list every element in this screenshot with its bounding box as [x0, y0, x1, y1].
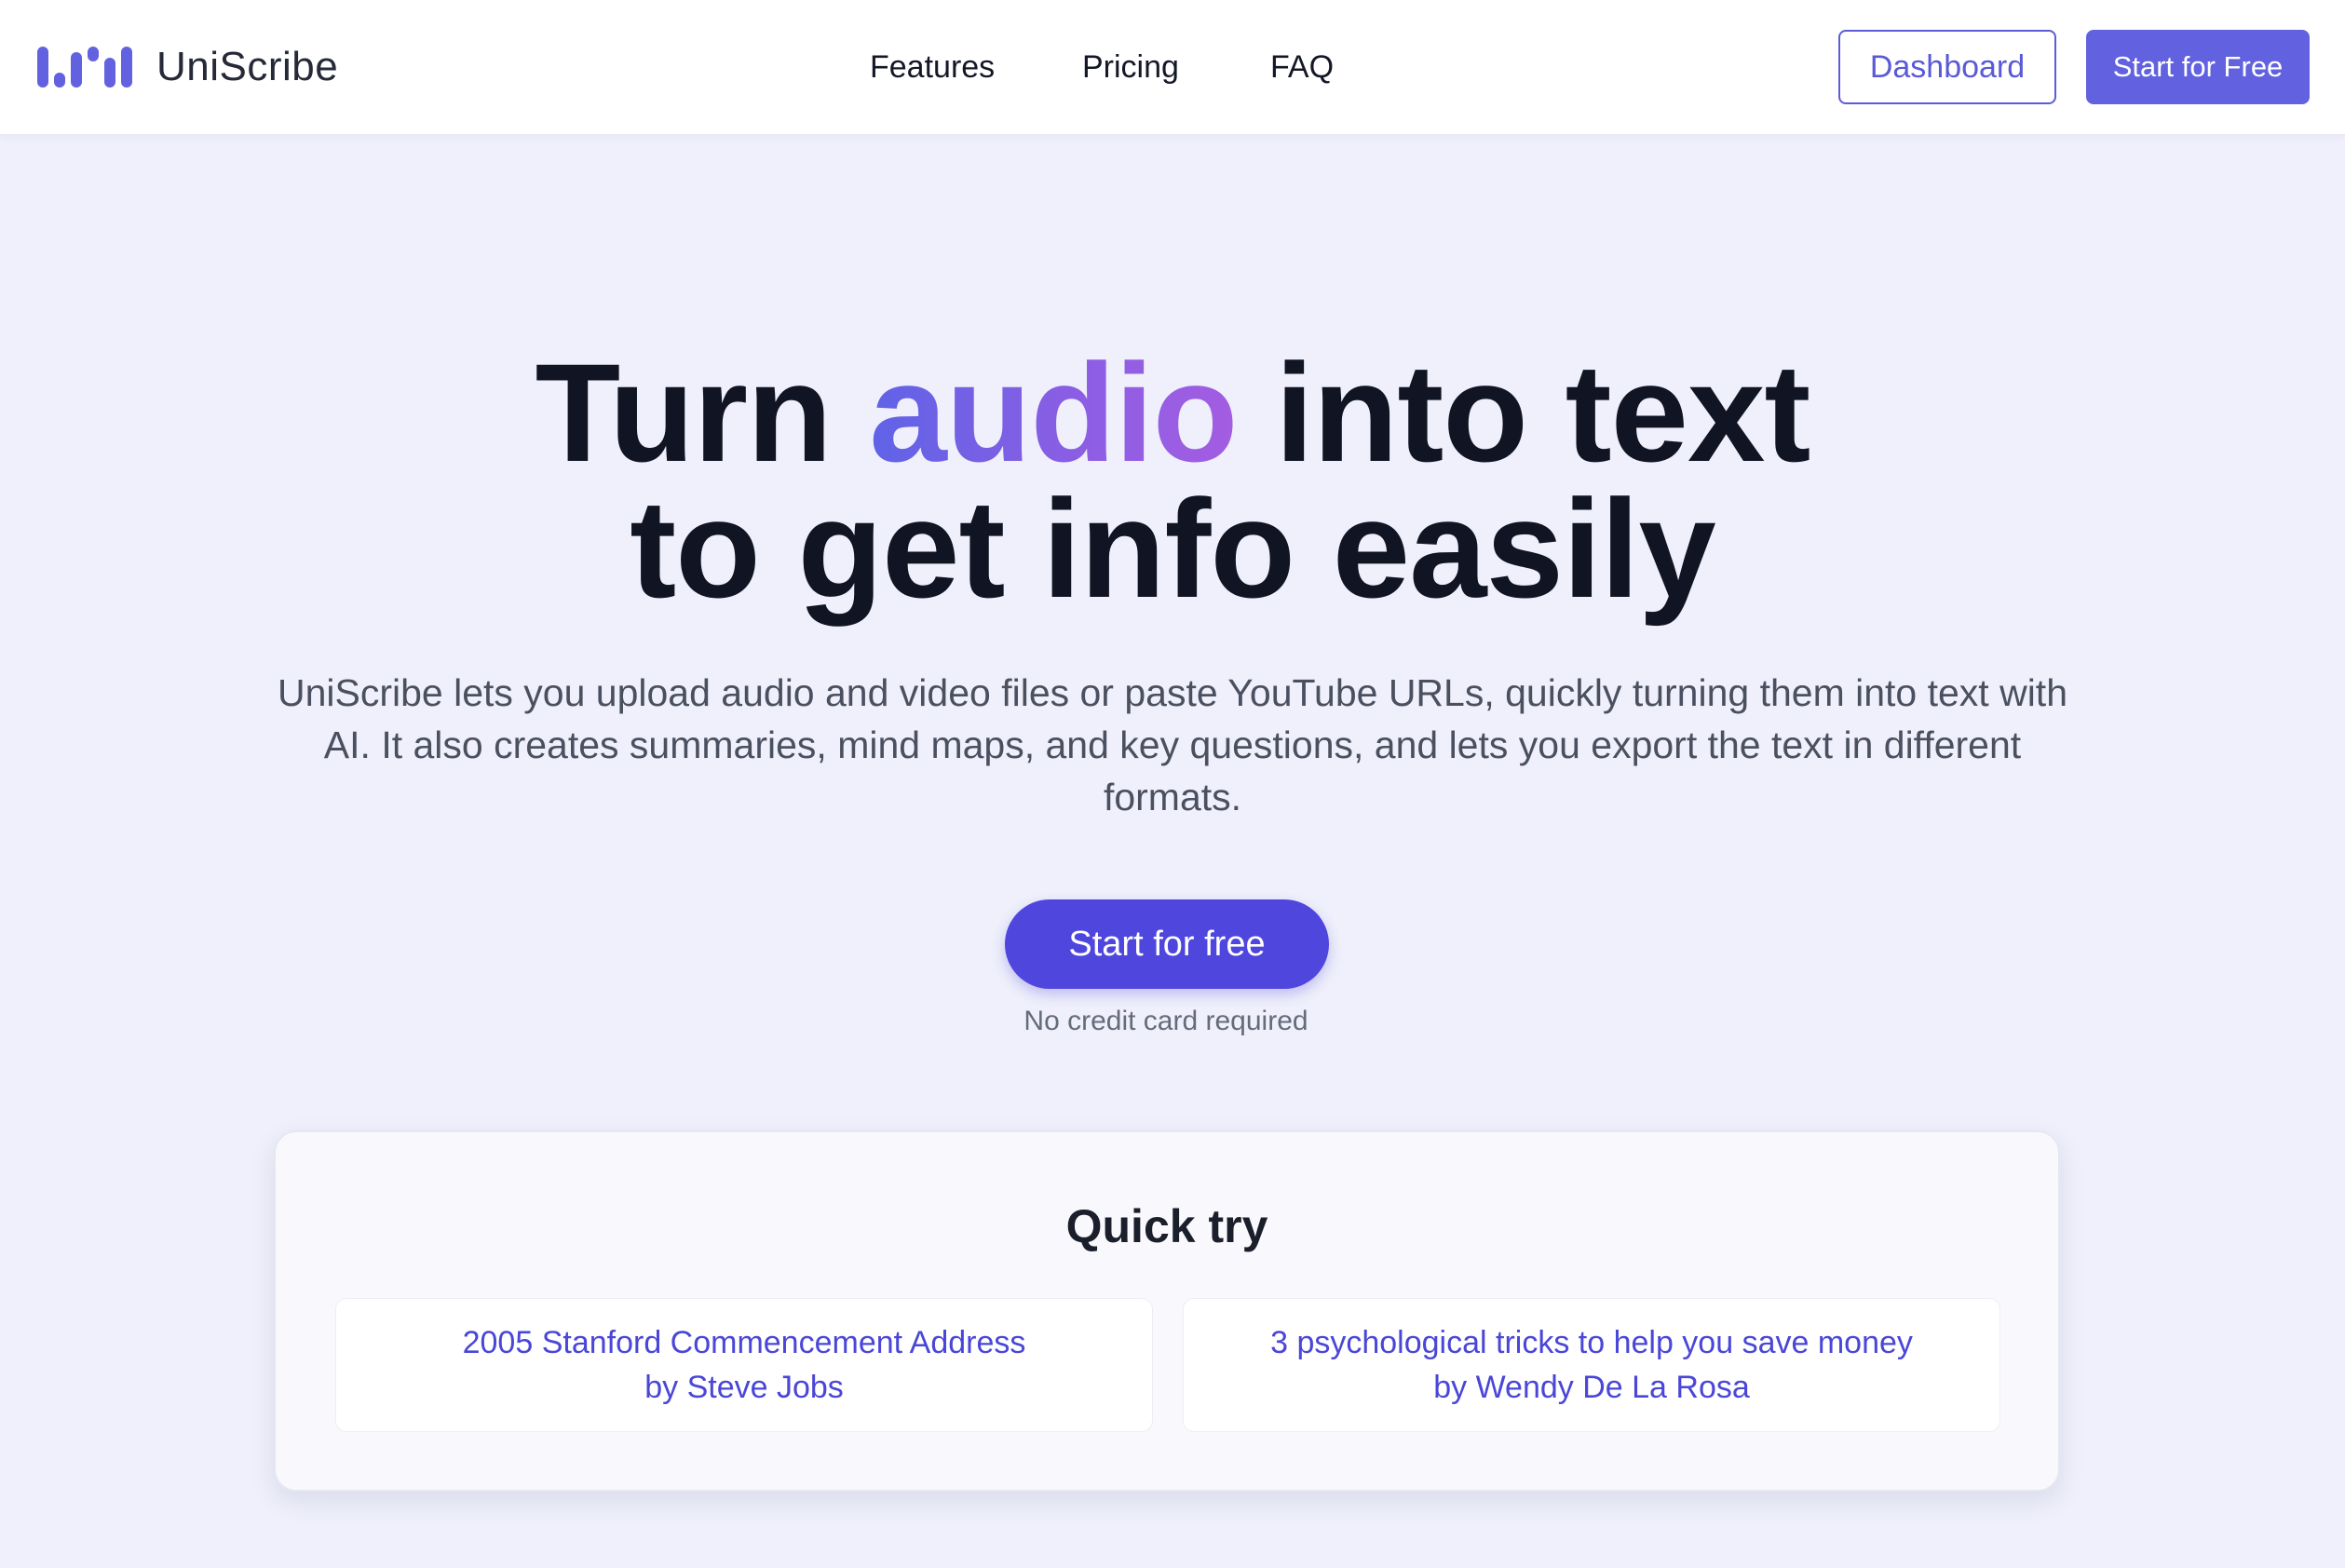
hero-title-part1: Turn: [535, 334, 833, 491]
nav-link-pricing[interactable]: Pricing: [1082, 45, 1179, 89]
quick-try-item-stanford[interactable]: 2005 Stanford Commencement Address by St…: [335, 1298, 1153, 1432]
hero-subtitle: UniScribe lets you upload audio and vide…: [277, 671, 2068, 818]
quick-try-item-title: 3 psychological tricks to help you save …: [1270, 1325, 1913, 1360]
quick-try-item-author: by Wendy De La Rosa: [1433, 1370, 1750, 1405]
hero-title-accent: audio: [869, 334, 1238, 491]
hero-title-line2: to get info easily: [630, 470, 1716, 627]
quick-try-item-psychological-tricks[interactable]: 3 psychological tricks to help you save …: [1183, 1298, 2000, 1432]
quick-try-card: Quick try 2005 Stanford Commencement Add…: [274, 1130, 2060, 1492]
nav-link-faq[interactable]: FAQ: [1270, 45, 1334, 89]
start-for-free-cta-button[interactable]: Start for free: [1005, 899, 1329, 989]
no-credit-card-note: No credit card required: [1023, 1006, 1308, 1036]
top-navbar: UniScribe Features Pricing FAQ Dashboard…: [0, 0, 2345, 136]
dashboard-button[interactable]: Dashboard: [1838, 30, 2056, 104]
quick-try-item-author: by Steve Jobs: [644, 1370, 844, 1405]
nav-link-features[interactable]: Features: [870, 45, 995, 89]
hero-title: Turn audio into text to get info easily: [0, 343, 2345, 618]
quick-try-title: Quick try: [1065, 1200, 1268, 1252]
start-for-free-header-button[interactable]: Start for Free: [2086, 30, 2310, 104]
quick-try-item-title: 2005 Stanford Commencement Address: [462, 1325, 1026, 1360]
hero-title-part2: into text: [1275, 334, 1810, 491]
